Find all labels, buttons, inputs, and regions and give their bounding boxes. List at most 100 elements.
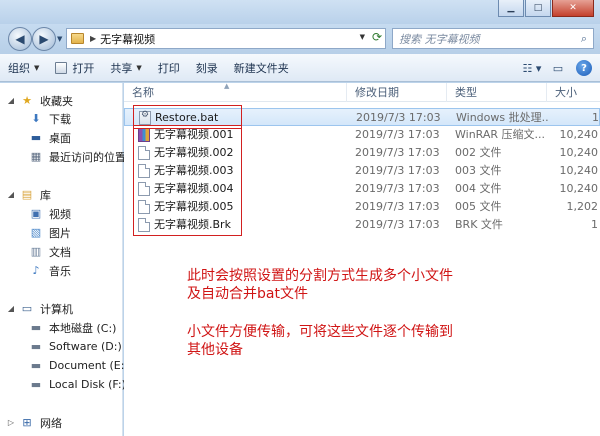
chevron-right-icon[interactable]: ▶ [90, 34, 96, 43]
nav-pictures[interactable]: ▧ 图片 [28, 223, 71, 242]
change-view-button[interactable]: ☷ ▾ [522, 58, 542, 78]
annotation-text: 小文件方便传输，可将这些文件逐个传输到 [187, 324, 453, 340]
back-button[interactable]: ◀ [8, 27, 32, 51]
address-dropdown-icon[interactable]: ▼ [360, 33, 365, 41]
nav-drive-c[interactable]: ▬ 本地磁盘 (C:) [28, 318, 117, 337]
nav-downloads-label: 下载 [49, 112, 71, 126]
address-path[interactable]: 无字幕视频 [100, 31, 155, 47]
nav-drive-e-label: Document (E:) [49, 359, 129, 372]
column-date[interactable]: 修改日期 [346, 83, 446, 102]
nav-music-label: 音乐 [49, 264, 71, 278]
drive-icon: ▬ [30, 321, 42, 334]
document-icon: ▥ [30, 245, 42, 258]
file-size: 10,240 [559, 182, 599, 195]
file-type: WinRAR 压缩文... [455, 128, 546, 141]
file-date: 2019/7/3 17:03 [355, 200, 440, 213]
nav-recent-places[interactable]: ▦ 最近访问的位置 [28, 147, 126, 166]
new-folder-button[interactable]: 新建文件夹 [226, 54, 297, 82]
column-name[interactable]: 名称 [124, 83, 346, 102]
nav-drive-f[interactable]: ▬ Local Disk (F:) [28, 375, 126, 394]
library-icon: ▤ [21, 188, 33, 201]
file-type: BRK 文件 [455, 218, 503, 231]
nav-favorites-label: 收藏夹 [40, 94, 73, 108]
file-date: 2019/7/3 17:03 [355, 146, 440, 159]
download-icon: ⬇ [31, 112, 41, 125]
nav-pictures-label: 图片 [49, 226, 71, 240]
print-button[interactable]: 打印 [150, 54, 188, 82]
address-bar[interactable]: ▶ 无字幕视频 ▼ ⟳ [66, 28, 386, 49]
organize-button[interactable]: 组织 ▼ [0, 54, 47, 82]
preview-pane-icon: ▭ [552, 61, 564, 75]
navigation-bar: ◀ ▶ ▼ ▶ 无字幕视频 ▼ ⟳ 搜索 无字幕视频 ⌕ [0, 24, 600, 54]
recent-places-icon: ▦ [30, 150, 42, 163]
collapse-icon[interactable]: ◢ [6, 96, 16, 105]
open-button[interactable]: 打开 [47, 54, 102, 82]
nav-libraries[interactable]: ◢ ▤ 库 [6, 185, 51, 204]
nav-network-label: 网络 [40, 416, 62, 430]
folder-icon [71, 33, 84, 44]
nav-drive-e[interactable]: ▬ Document (E:) [28, 356, 129, 375]
forward-button[interactable]: ▶ [32, 27, 56, 51]
nav-drive-d[interactable]: ▬ Software (D:) [28, 337, 122, 356]
arrow-left-icon: ◀ [15, 32, 25, 46]
search-input[interactable]: 搜索 无字幕视频 [393, 31, 575, 47]
command-bar: 组织 ▼ 打开 共享 ▼ 打印 刻录 新建文件夹 ☷ ▾ ▭ ? [0, 54, 600, 82]
expand-icon[interactable]: ▷ [6, 418, 16, 427]
nav-favorites[interactable]: ◢ ★ 收藏夹 [6, 91, 73, 110]
recent-pages-dropdown[interactable]: ▼ [57, 35, 62, 43]
burn-button[interactable]: 刻录 [188, 54, 226, 82]
nav-recent-label: 最近访问的位置 [49, 150, 126, 164]
share-button[interactable]: 共享 ▼ [102, 54, 149, 82]
help-icon: ? [576, 60, 592, 76]
picture-icon: ▧ [30, 226, 42, 239]
minimize-button[interactable]: ▁ [498, 0, 524, 17]
close-icon: ✕ [569, 3, 577, 13]
computer-icon: ▭ [21, 302, 33, 315]
nav-downloads[interactable]: ⬇ 下载 [28, 109, 71, 128]
search-box[interactable]: 搜索 无字幕视频 ⌕ [392, 28, 594, 49]
burn-label: 刻录 [195, 61, 218, 75]
file-size: 10,240 [559, 128, 599, 141]
view-options-icon: ☷ ▾ [522, 61, 542, 75]
organize-label: 组织 [8, 61, 30, 75]
column-size[interactable]: 大小 [546, 83, 600, 102]
navigation-pane: ◢ ★ 收藏夹 ⬇ 下载 ▬ 桌面 ▦ 最近访问的位置 ◢ ▤ 库 ▣ 视频 ▧… [0, 83, 129, 436]
file-list: ▲ 名称 修改日期 类型 大小 Restore.bat 2019/7/3 17:… [124, 82, 600, 436]
collapse-icon[interactable]: ◢ [6, 190, 16, 199]
preview-pane-button[interactable]: ▭ [548, 58, 568, 78]
nav-desktop-label: 桌面 [49, 131, 71, 145]
column-type[interactable]: 类型 [446, 83, 546, 102]
maximize-button[interactable]: □ [525, 0, 551, 17]
nav-videos[interactable]: ▣ 视频 [28, 204, 71, 223]
chevron-down-icon: ▼ [136, 63, 142, 72]
nav-videos-label: 视频 [49, 207, 71, 221]
video-icon: ▣ [30, 207, 42, 220]
nav-music[interactable]: ♪ 音乐 [28, 261, 71, 280]
new-folder-label: 新建文件夹 [233, 61, 289, 75]
file-type: 005 文件 [455, 200, 502, 213]
help-button[interactable]: ? [574, 58, 594, 78]
drive-icon: ▬ [30, 359, 42, 372]
search-icon[interactable]: ⌕ [575, 32, 593, 46]
close-button[interactable]: ✕ [552, 0, 594, 17]
annotation-text: 及自动合并bat文件 [187, 286, 308, 302]
music-icon: ♪ [32, 264, 40, 277]
desktop-icon: ▬ [30, 131, 42, 144]
highlight-box-split-files [133, 125, 242, 236]
print-label: 打印 [157, 61, 180, 75]
nav-documents[interactable]: ▥ 文档 [28, 242, 71, 261]
column-type-label: 类型 [455, 86, 477, 99]
nav-drive-f-label: Local Disk (F:) [49, 378, 126, 391]
refresh-icon[interactable]: ⟳ [372, 30, 382, 44]
drive-icon: ▬ [30, 378, 42, 391]
file-type: Windows 批处理... [456, 111, 548, 124]
column-date-label: 修改日期 [355, 86, 399, 99]
file-type: 003 文件 [455, 164, 502, 177]
nav-network[interactable]: ▷ ⊞ 网络 [6, 413, 62, 432]
nav-desktop[interactable]: ▬ 桌面 [28, 128, 71, 147]
drive-icon: ▬ [30, 340, 42, 353]
annotation-text: 其他设备 [187, 342, 243, 358]
arrow-right-icon: ▶ [39, 32, 49, 46]
nav-computer[interactable]: ◢ ▭ 计算机 [6, 299, 73, 318]
collapse-icon[interactable]: ◢ [6, 304, 16, 313]
